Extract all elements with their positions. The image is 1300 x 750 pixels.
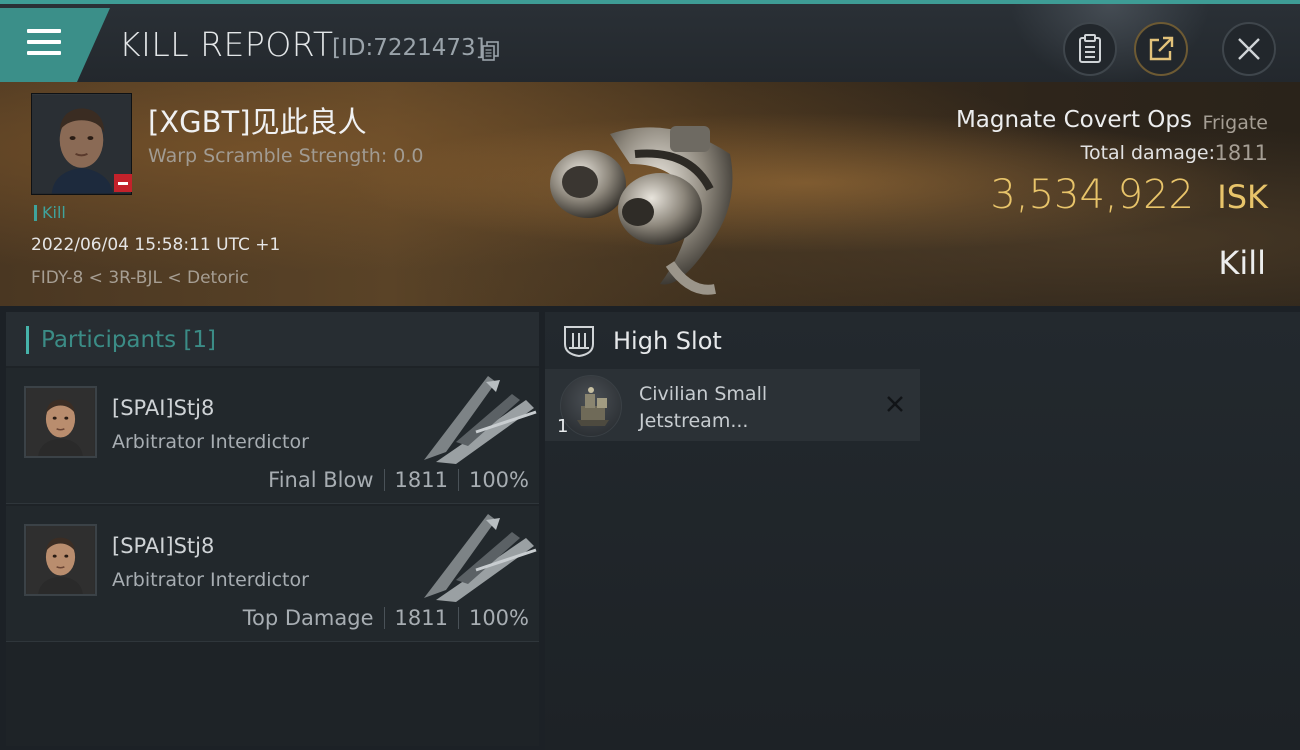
- participant-ship[interactable]: Arbitrator Interdictor: [112, 569, 309, 591]
- participant-row[interactable]: [SPAI]Stj8 Arbitrator Interdictor Top Da…: [6, 506, 539, 642]
- high-slot-title: High Slot: [613, 327, 722, 355]
- page-title: KILL REPORT: [119, 25, 334, 64]
- total-damage-value: 1811: [1214, 141, 1268, 165]
- participant-percent: 100%: [468, 606, 529, 630]
- stat-divider: [457, 469, 459, 491]
- high-slot-icon: [564, 326, 594, 358]
- participant-damage: 1811: [394, 606, 448, 630]
- participant-stats: Top Damage 1811 100%: [243, 606, 529, 630]
- clipboard-icon: [1079, 34, 1101, 63]
- warp-scramble-strength: Warp Scramble Strength: 0.0: [148, 145, 424, 167]
- module-quantity: 1: [557, 416, 569, 437]
- copy-icon[interactable]: [482, 41, 500, 61]
- participant-stats: Final Blow 1811 100%: [268, 468, 529, 492]
- module-name-line2: Jetstream...: [639, 410, 749, 432]
- header-bar: KILL REPORT [ID:7221473]: [0, 0, 1300, 86]
- participants-title[interactable]: Participants [1]: [26, 326, 216, 354]
- participant-damage: 1811: [394, 468, 448, 492]
- isk-value: 3,534,922: [990, 172, 1194, 218]
- victim-ship-image[interactable]: [540, 94, 750, 299]
- stat-divider: [383, 607, 385, 629]
- participant-avatar[interactable]: [24, 524, 97, 596]
- fitting-panel: High Slot 1 Civilian Small Jetstream...: [545, 312, 1300, 750]
- total-damage-label: Total damage:: [1080, 142, 1215, 164]
- close-button[interactable]: [1222, 22, 1276, 76]
- menu-icon: [27, 29, 61, 57]
- destroyed-badge: [114, 174, 132, 192]
- module-item[interactable]: 1 Civilian Small Jetstream...: [545, 369, 920, 441]
- kill-timestamp: 2022/06/04 15:58:11 UTC +1: [31, 235, 281, 255]
- participant-ship-image[interactable]: [416, 372, 538, 466]
- menu-button[interactable]: [0, 8, 110, 82]
- participants-panel: Participants [1] [SPAI]Stj8 Arbitrator I…: [6, 312, 539, 746]
- module-icon: [560, 375, 622, 437]
- victim-name[interactable]: [XGBT]见此良人: [148, 99, 367, 141]
- stat-divider: [383, 469, 385, 491]
- victim-ship-name[interactable]: Magnate Covert Ops: [956, 107, 1192, 133]
- isk-unit: ISK: [1217, 178, 1268, 216]
- victim-banner: [XGBT]见此良人 Warp Scramble Strength: 0.0 K…: [0, 82, 1300, 306]
- kill-location: FIDY-8 < 3R-BJL < Detoric: [31, 268, 249, 288]
- participant-portrait-image: [26, 526, 95, 594]
- participant-percent: 100%: [468, 468, 529, 492]
- participant-row[interactable]: [SPAI]Stj8 Arbitrator Interdictor Final …: [6, 368, 539, 504]
- participant-ship-image[interactable]: [416, 510, 538, 604]
- module-name-line1: Civilian Small: [639, 383, 768, 405]
- victim-ship-class: Frigate: [1202, 112, 1268, 134]
- kill-type: Kill: [1218, 244, 1266, 282]
- participant-portrait-image: [26, 388, 95, 456]
- share-button[interactable]: [1134, 22, 1188, 76]
- destroyed-x-icon: [887, 396, 903, 412]
- stat-divider: [457, 607, 459, 629]
- clipboard-button[interactable]: [1063, 22, 1117, 76]
- participant-ship[interactable]: Arbitrator Interdictor: [112, 431, 309, 453]
- participant-role: Final Blow: [268, 468, 374, 492]
- participant-name[interactable]: [SPAI]Stj8: [112, 396, 214, 420]
- participant-name[interactable]: [SPAI]Stj8: [112, 534, 214, 558]
- share-icon: [1149, 36, 1174, 61]
- module-name: Civilian Small Jetstream...: [639, 381, 829, 435]
- report-id: [ID:7221473]: [332, 35, 485, 61]
- participant-avatar[interactable]: [24, 386, 97, 458]
- participant-role: Top Damage: [242, 606, 374, 630]
- close-icon: [1238, 38, 1260, 60]
- kill-tag: Kill: [34, 205, 66, 221]
- participants-header: Participants [1]: [6, 312, 539, 366]
